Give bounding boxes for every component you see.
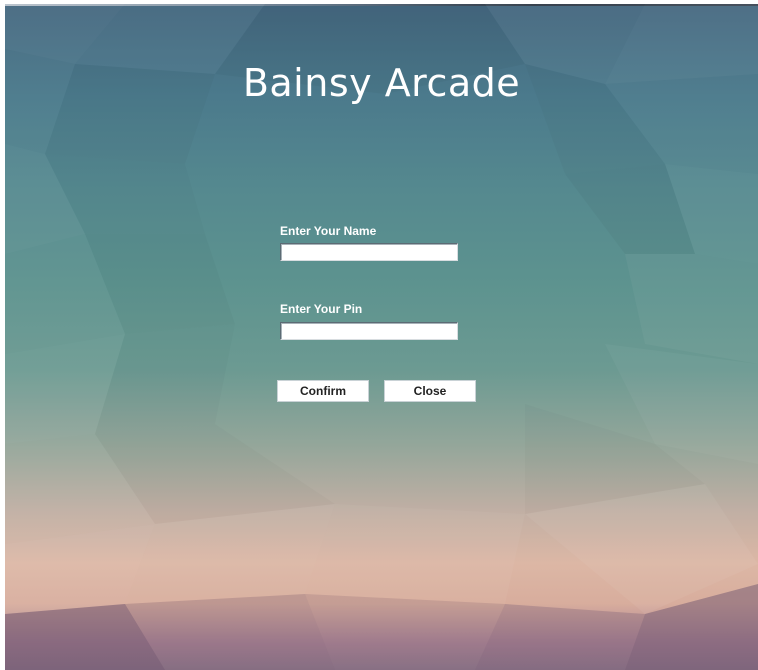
- pin-input[interactable]: [280, 322, 458, 340]
- login-window: Bainsy Arcade Enter Your Name Enter Your…: [5, 4, 758, 670]
- app-title: Bainsy Arcade: [242, 61, 521, 105]
- close-button[interactable]: Close: [384, 380, 476, 402]
- pin-label: Enter Your Pin: [280, 302, 363, 316]
- name-label: Enter Your Name: [280, 224, 377, 238]
- name-input[interactable]: [280, 243, 458, 261]
- confirm-button[interactable]: Confirm: [277, 380, 369, 402]
